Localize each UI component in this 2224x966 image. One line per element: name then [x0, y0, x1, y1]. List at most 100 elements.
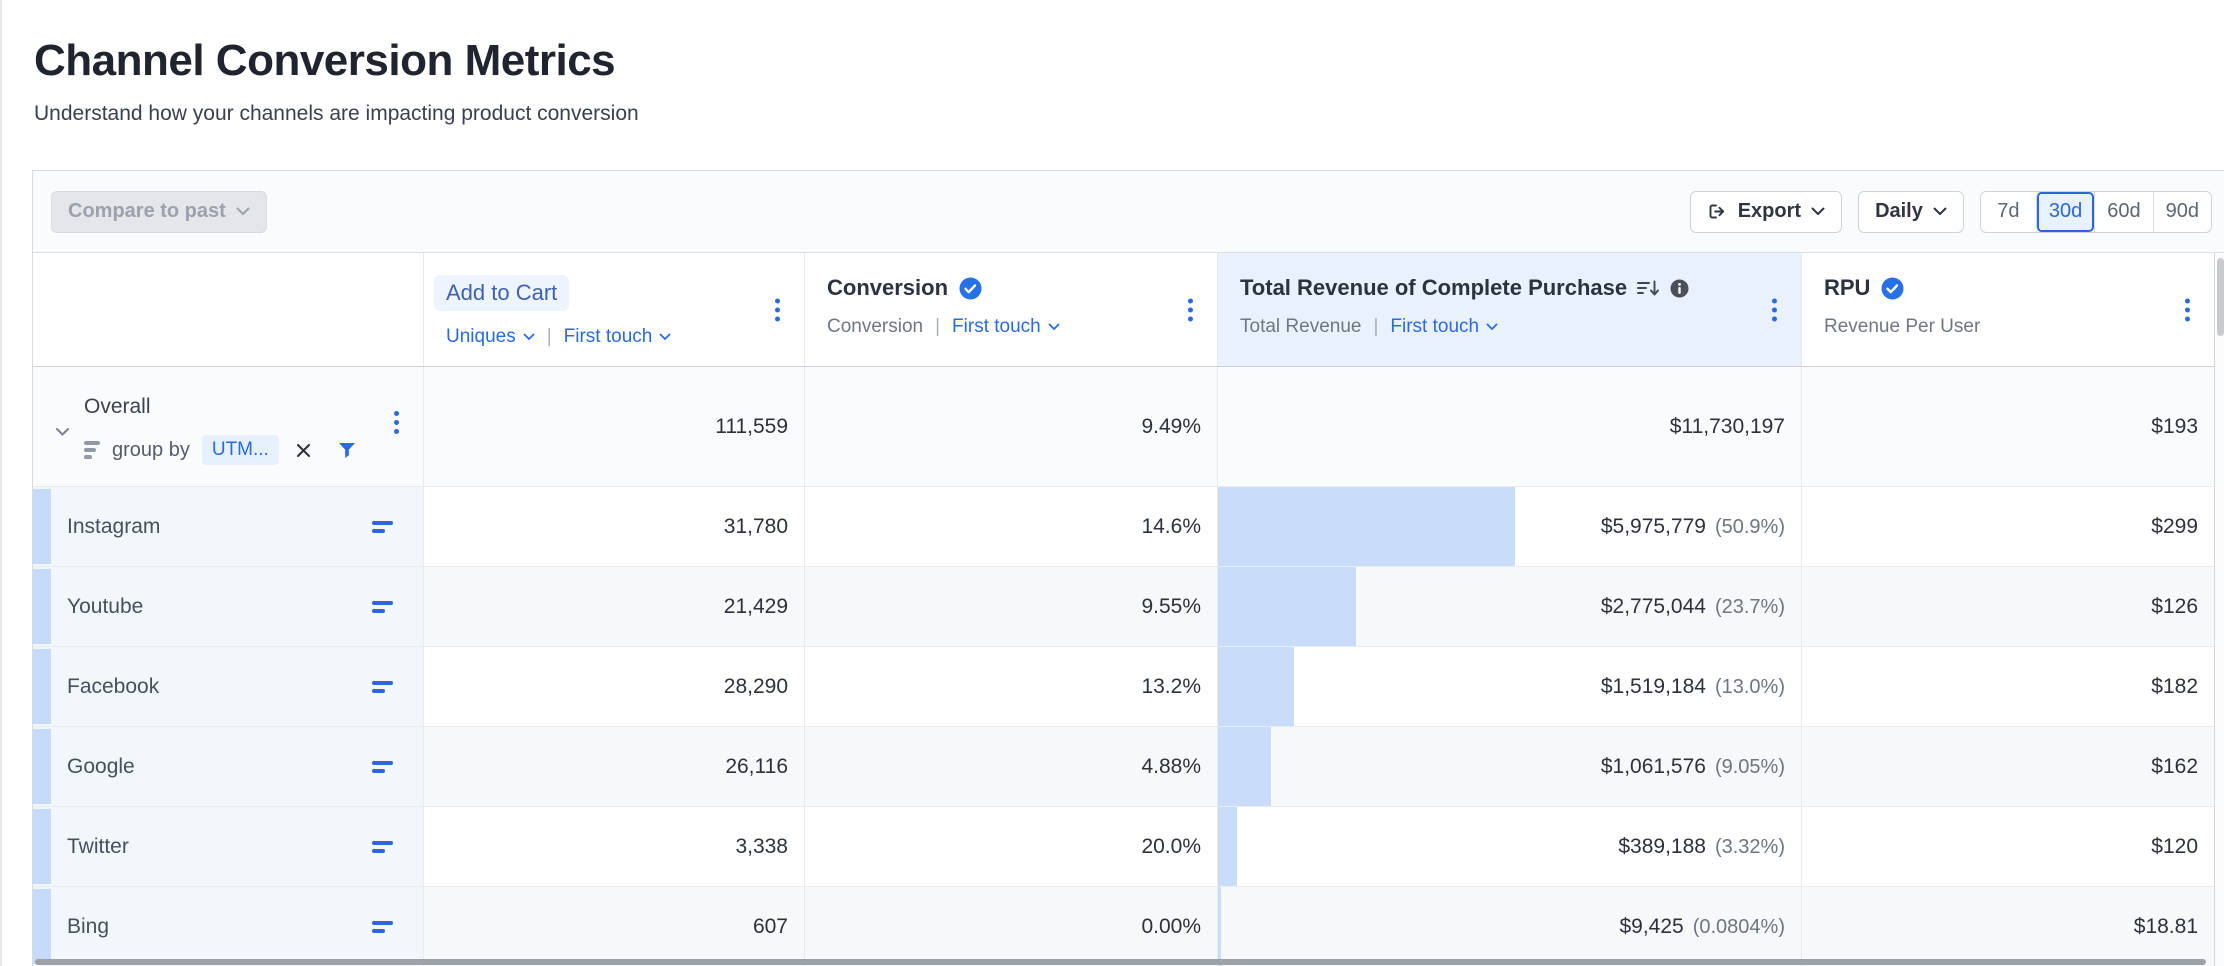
table-row: Twitter 3,338 20.0% $389,188 (3.32%) $12… — [33, 807, 2214, 887]
revenue-value: $1,061,576 — [1601, 755, 1706, 779]
panel-toolbar: Compare to past Export Daily 7d 30d 60d — [33, 171, 2224, 253]
verified-badge-icon — [958, 276, 983, 301]
cell-rpu: $120 — [1801, 807, 2214, 886]
column-menu-kebab-icon[interactable] — [771, 294, 784, 325]
cell-revenue: $9,425 (0.0804%) — [1217, 887, 1801, 966]
group-by-label: group by — [112, 439, 190, 462]
cell-revenue: $1,519,184 (13.0%) — [1217, 647, 1801, 726]
info-icon[interactable] — [1670, 279, 1689, 298]
revenue-value: $5,975,779 — [1601, 515, 1706, 539]
cell-add-to-cart: 26,116 — [423, 727, 804, 806]
cell-conversion: 20.0% — [804, 807, 1217, 886]
filter-funnel-icon[interactable] — [338, 442, 356, 459]
channel-label: Twitter — [67, 835, 129, 859]
row-label-cell: Facebook — [33, 647, 423, 726]
chevron-down-icon — [1486, 323, 1498, 331]
page-header: Channel Conversion Metrics Understand ho… — [34, 36, 639, 126]
range-7d-button[interactable]: 7d — [1981, 192, 2036, 232]
chevron-down-icon — [236, 207, 250, 216]
cell-rpu: $299 — [1801, 487, 2214, 566]
header-cell-labels — [33, 253, 423, 366]
segment-bars-icon[interactable] — [368, 597, 397, 617]
revenue-percent: (9.05%) — [1715, 756, 1785, 779]
overall-label: Overall — [84, 395, 356, 419]
chevron-down-icon — [1048, 323, 1060, 331]
revenue-percent: (23.7%) — [1715, 596, 1785, 619]
metric-title-add-to-cart[interactable]: Add to Cart — [434, 275, 569, 311]
horizontal-scrollbar[interactable] — [35, 959, 2206, 965]
measure-label: Total Revenue — [1240, 316, 1361, 338]
row-menu-kebab-icon[interactable] — [390, 407, 403, 438]
row-label-cell: Youtube — [33, 567, 423, 646]
row-label-cell: Bing — [33, 887, 423, 966]
series-color-swatch — [33, 569, 51, 644]
channel-label: Google — [67, 755, 135, 779]
revenue-percent: (0.0804%) — [1693, 916, 1785, 939]
metric-subtitle: Revenue Per User — [1824, 316, 1980, 338]
segment-bars-icon[interactable] — [368, 677, 397, 697]
revenue-bar — [1218, 487, 1515, 566]
attribution-dropdown[interactable]: First touch — [1390, 316, 1498, 338]
revenue-value: $1,519,184 — [1601, 675, 1706, 699]
revenue-bar — [1218, 807, 1237, 886]
compare-to-past-button[interactable]: Compare to past — [51, 191, 267, 233]
revenue-value: $2,775,044 — [1601, 595, 1706, 619]
export-button[interactable]: Export — [1690, 191, 1842, 233]
chevron-down-icon — [1933, 207, 1947, 216]
series-color-swatch — [33, 809, 51, 884]
cell-add-to-cart: 31,780 — [423, 487, 804, 566]
measure-label: Conversion — [827, 316, 923, 338]
measure-dropdown[interactable]: Uniques — [446, 326, 535, 348]
cell-revenue: $5,975,779 (50.9%) — [1217, 487, 1801, 566]
revenue-bar — [1218, 727, 1271, 806]
series-color-swatch — [33, 649, 51, 724]
range-60d-button[interactable]: 60d — [2094, 192, 2152, 232]
range-90d-button[interactable]: 90d — [2153, 192, 2211, 232]
segment-bars-icon[interactable] — [368, 917, 397, 937]
vertical-scrollbar[interactable] — [2214, 253, 2224, 966]
cell-conversion: 4.88% — [804, 727, 1217, 806]
group-by-property-chip[interactable]: UTM... — [202, 435, 279, 465]
range-30d-button[interactable]: 30d — [2036, 192, 2094, 232]
metric-title-rpu[interactable]: RPU — [1824, 275, 1870, 301]
page-subtitle: Understand how your channels are impacti… — [34, 102, 639, 126]
table-row: Youtube 21,429 9.55% $2,775,044 (23.7%) … — [33, 567, 2214, 647]
series-color-swatch — [33, 729, 51, 804]
remove-group-by-icon[interactable] — [295, 442, 312, 459]
revenue-percent: (3.32%) — [1715, 836, 1785, 859]
segment-bars-icon[interactable] — [368, 757, 397, 777]
revenue-bar — [1218, 567, 1356, 646]
cell-add-to-cart: 3,338 — [423, 807, 804, 886]
chevron-down-icon — [659, 333, 671, 341]
cell-overall-revenue: $11,730,197 — [1217, 367, 1801, 486]
segment-bars-icon[interactable] — [368, 837, 397, 857]
table-row: Facebook 28,290 13.2% $1,519,184 (13.0%)… — [33, 647, 2214, 727]
collapse-chevron-icon[interactable] — [55, 427, 70, 437]
granularity-dropdown[interactable]: Daily — [1858, 191, 1964, 233]
table-row: Bing 607 0.00% $9,425 (0.0804%) $18.81 — [33, 887, 2214, 966]
table-header-row: Add to Cart Uniques | First touch — [33, 253, 2214, 367]
series-color-swatch — [33, 489, 51, 564]
segment-bars-icon[interactable] — [368, 517, 397, 537]
column-menu-kebab-icon[interactable] — [1768, 294, 1781, 325]
attribution-dropdown[interactable]: First touch — [952, 316, 1060, 338]
export-icon — [1707, 201, 1728, 222]
export-label: Export — [1738, 200, 1801, 223]
metric-title-conversion[interactable]: Conversion — [827, 275, 948, 301]
sort-descending-icon[interactable] — [1637, 279, 1660, 298]
cell-overall-rpu: $193 — [1801, 367, 2214, 486]
table-row: Google 26,116 4.88% $1,061,576 (9.05%) $… — [33, 727, 2214, 807]
header-cell-rpu: RPU Revenue Per User — [1801, 253, 2214, 366]
metric-title-total-revenue[interactable]: Total Revenue of Complete Purchase — [1240, 275, 1627, 301]
chevron-down-icon — [1811, 207, 1825, 216]
vertical-scrollbar-thumb[interactable] — [2217, 258, 2224, 336]
series-color-swatch — [33, 889, 51, 964]
attribution-dropdown[interactable]: First touch — [564, 326, 672, 348]
toolbar-right-group: Export Daily 7d 30d 60d 90d — [1690, 191, 2212, 233]
column-menu-kebab-icon[interactable] — [1184, 294, 1197, 325]
cell-rpu: $18.81 — [1801, 887, 2214, 966]
column-menu-kebab-icon[interactable] — [2181, 294, 2194, 325]
cell-revenue: $2,775,044 (23.7%) — [1217, 567, 1801, 646]
cell-rpu: $126 — [1801, 567, 2214, 646]
cell-conversion: 14.6% — [804, 487, 1217, 566]
